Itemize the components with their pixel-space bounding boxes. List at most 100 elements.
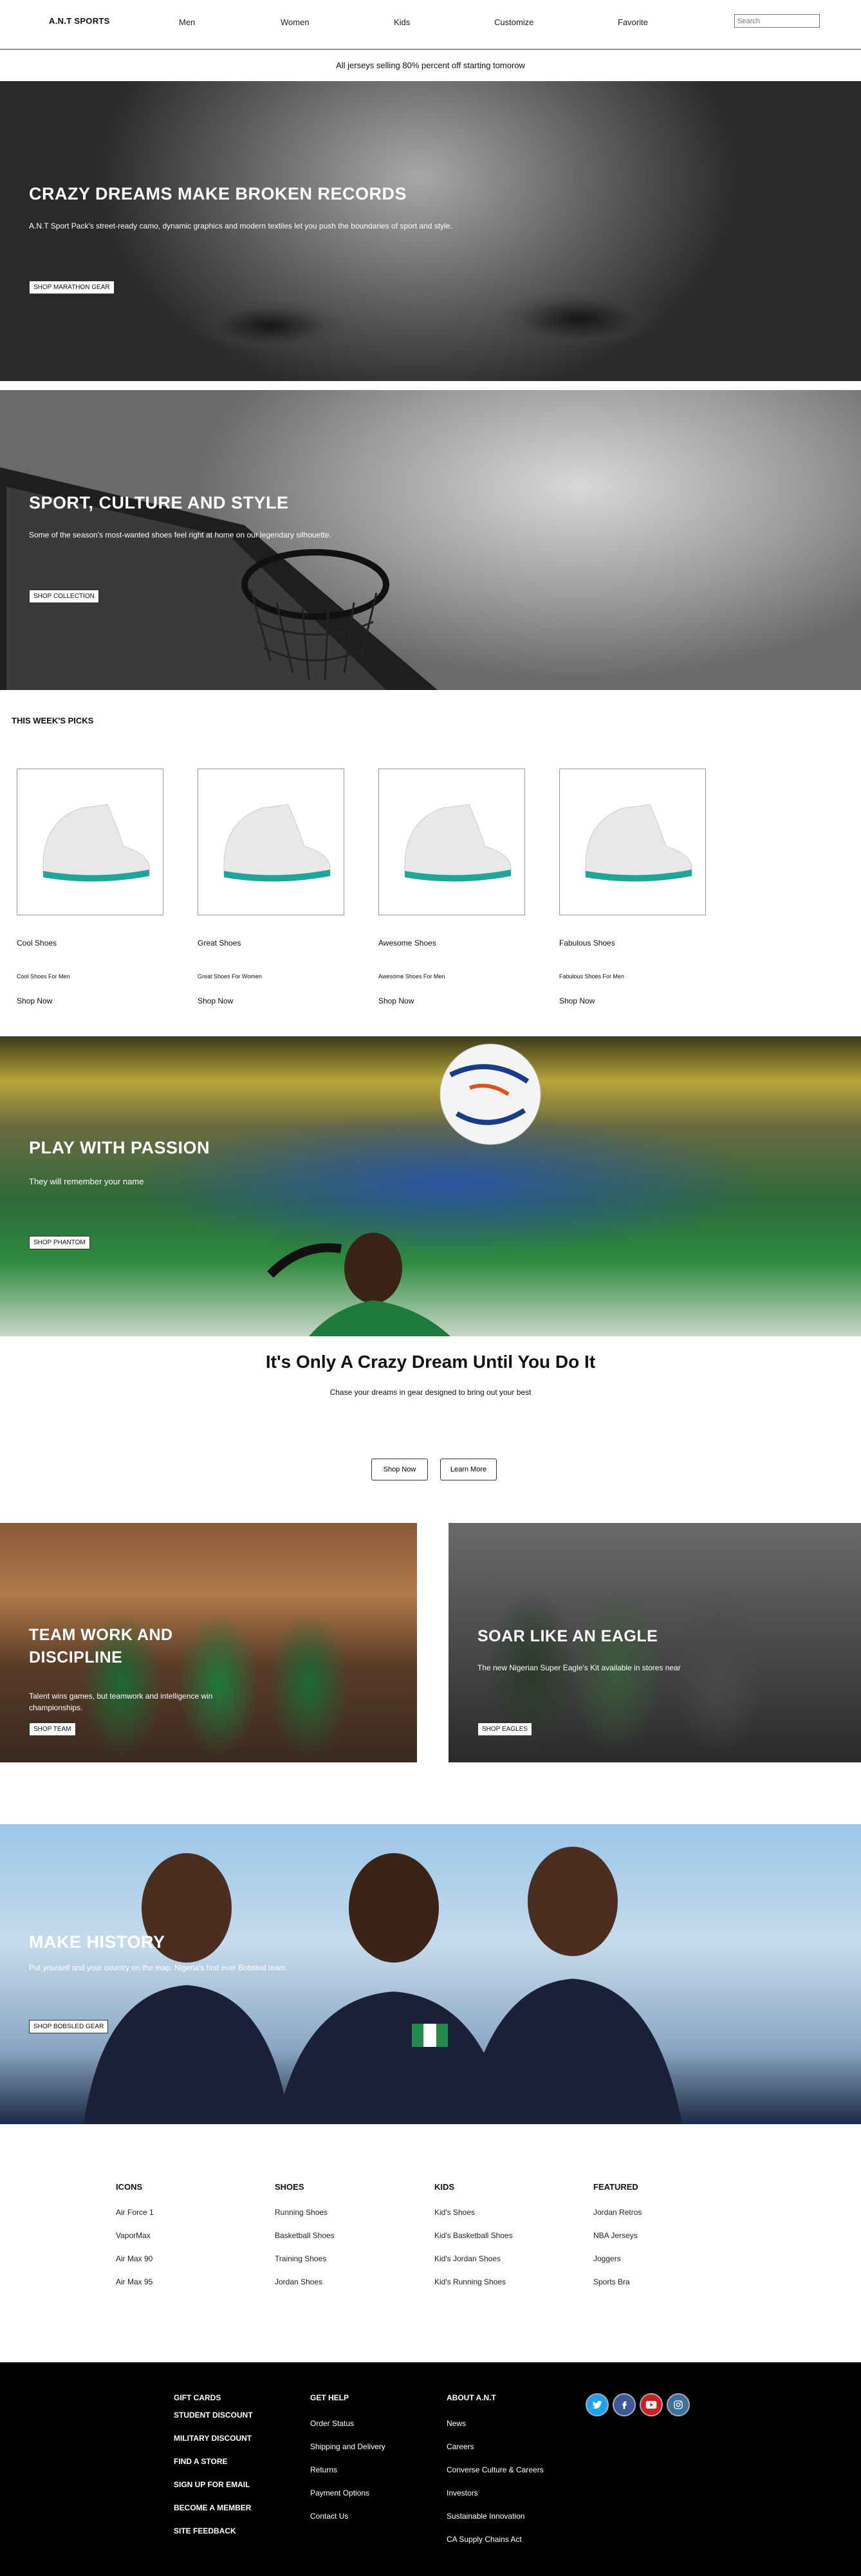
shoe-icon xyxy=(585,804,692,882)
footer-military-discount[interactable]: MILITARY DISCOUNT xyxy=(174,2434,252,2443)
shop-eagles-button[interactable]: SHOP EAGLES xyxy=(477,1722,532,1736)
nav-link-kids[interactable]: Kids xyxy=(394,17,410,27)
facebook-icon[interactable] xyxy=(613,2393,636,2416)
footer-become-member[interactable]: BECOME A MEMBER xyxy=(174,2503,251,2512)
shop-team-button[interactable]: SHOP TEAM xyxy=(29,1722,76,1736)
hero-bobsled: MAKE HISTORY Put yourself and your count… xyxy=(0,1824,861,2124)
footer-gift-cards[interactable]: GIFT CARDS xyxy=(174,2393,221,2402)
link-air-max-95[interactable]: Air Max 95 xyxy=(116,2277,153,2286)
nav-link-women[interactable]: Women xyxy=(281,17,310,27)
promo-eagles-title: SOAR LIKE AN EAGLE xyxy=(477,1627,658,1645)
footer-sign-up-email[interactable]: SIGN UP FOR EMAIL xyxy=(174,2480,250,2489)
shop-now-link[interactable]: Shop Now xyxy=(198,996,233,1005)
product-name: Awesome Shoes xyxy=(378,938,436,947)
footer-about-heading: ABOUT A.N.T xyxy=(447,2393,496,2402)
footer-get-help-heading: GET HELP xyxy=(310,2393,349,2402)
link-air-max-90[interactable]: Air Max 90 xyxy=(116,2254,153,2263)
link-nba-jerseys[interactable]: NBA Jerseys xyxy=(593,2231,638,2240)
promo-team-subtitle-line1: Talent wins games, but teamwork and inte… xyxy=(29,1692,213,1701)
product-name: Fabulous Shoes xyxy=(559,938,615,947)
footer-site-feedback[interactable]: SITE FEEDBACK xyxy=(174,2526,236,2535)
footer-sustainable-innovation[interactable]: Sustainable Innovation xyxy=(447,2512,524,2521)
link-jordan-retros[interactable]: Jordan Retros xyxy=(593,2208,642,2217)
shop-collection-button[interactable]: SHOP COLLECTION xyxy=(29,590,99,603)
link-sports-bra[interactable]: Sports Bra xyxy=(593,2277,630,2286)
product-card[interactable]: Fabulous Shoes Fabulous Shoes For Men Sh… xyxy=(559,769,706,1005)
hero-phantom: PLAY WITH PASSION They will remember you… xyxy=(0,1036,861,1336)
link-kids-jordan-shoes[interactable]: Kid's Jordan Shoes xyxy=(434,2254,501,2263)
links-featured-heading: FEATURED xyxy=(593,2182,638,2192)
nav-link-favorite[interactable]: Favorite xyxy=(618,17,648,27)
link-training-shoes[interactable]: Training Shoes xyxy=(275,2254,326,2263)
product-image[interactable] xyxy=(198,769,344,915)
footer-contact-us[interactable]: Contact Us xyxy=(310,2512,348,2521)
link-running-shoes[interactable]: Running Shoes xyxy=(275,2208,328,2217)
shop-now-link[interactable]: Shop Now xyxy=(378,996,414,1005)
link-kids-basketball-shoes[interactable]: Kid's Basketball Shoes xyxy=(434,2231,513,2240)
link-kids-running-shoes[interactable]: Kid's Running Shoes xyxy=(434,2277,506,2286)
footer-shipping-delivery[interactable]: Shipping and Delivery xyxy=(310,2442,385,2451)
links-kids-heading: KIDS xyxy=(434,2182,455,2192)
product-card[interactable]: Awesome Shoes Awesome Shoes For Men Shop… xyxy=(378,769,525,1005)
shop-now-link[interactable]: Shop Now xyxy=(559,996,595,1005)
footer-converse-culture[interactable]: Converse Culture & Careers xyxy=(447,2465,544,2474)
search-input[interactable] xyxy=(734,14,820,28)
footer-investors[interactable]: Investors xyxy=(447,2488,478,2497)
shop-now-button[interactable]: Shop Now xyxy=(371,1459,428,1480)
footer-find-a-store[interactable]: FIND A STORE xyxy=(174,2457,228,2466)
product-card[interactable]: Great Shoes Great Shoes For Women Shop N… xyxy=(198,769,344,1005)
link-air-force-1[interactable]: Air Force 1 xyxy=(116,2208,154,2217)
link-basketball-shoes[interactable]: Basketball Shoes xyxy=(275,2231,335,2240)
promo-team-title-line1: TEAM WORK AND xyxy=(29,1626,173,1644)
bobsled-team-graphic xyxy=(84,1847,682,2124)
nav-link-men[interactable]: Men xyxy=(179,17,195,27)
twitter-icon[interactable] xyxy=(586,2393,609,2416)
footer-order-status[interactable]: Order Status xyxy=(310,2419,354,2428)
product-image[interactable] xyxy=(378,769,525,915)
shoe-icon xyxy=(42,804,150,882)
shoe-icon xyxy=(404,804,512,882)
footer-ca-supply-chains[interactable]: CA Supply Chains Act xyxy=(447,2535,522,2544)
product-subtitle: Cool Shoes For Men xyxy=(17,973,70,980)
hero-phantom-subtitle: They will remember your name xyxy=(29,1177,144,1186)
shop-bobsled-button[interactable]: SHOP BOBSLED GEAR xyxy=(29,2020,109,2033)
footer-student-discount[interactable]: STUDENT DISCOUNT xyxy=(174,2411,253,2420)
footer-news[interactable]: News xyxy=(447,2419,466,2428)
shoe-icon xyxy=(223,804,331,882)
product-name: Cool Shoes xyxy=(17,938,57,947)
promo-team-title-line2: DISCIPLINE xyxy=(29,1648,123,1666)
promo-team: TEAM WORK AND DISCIPLINE Talent wins gam… xyxy=(0,1523,417,1762)
brand-logo[interactable]: A.N.T SPORTS xyxy=(49,16,110,26)
top-nav: A.N.T SPORTS Men Women Kids Customize Fa… xyxy=(0,0,861,42)
youtube-icon[interactable] xyxy=(640,2393,663,2416)
link-vapormax[interactable]: VaporMax xyxy=(116,2231,151,2240)
promo-banner: All jerseys selling 80% percent off star… xyxy=(0,49,861,81)
hero-marathon-subtitle: A.N.T Sport Pack's street-ready camo, dy… xyxy=(29,221,452,230)
links-icons-heading: ICONS xyxy=(116,2182,143,2192)
link-jordan-shoes[interactable]: Jordan Shoes xyxy=(275,2277,322,2286)
product-subtitle: Great Shoes For Women xyxy=(198,973,262,980)
footer-payment-options[interactable]: Payment Options xyxy=(310,2488,369,2497)
promo-eagles-subtitle: The new Nigerian Super Eagle's Kit avail… xyxy=(477,1663,681,1672)
hero-marathon: CRAZY DREAMS MAKE BROKEN RECORDS A.N.T S… xyxy=(0,81,861,381)
hero-collection-title: SPORT, CULTURE AND STYLE xyxy=(29,493,289,512)
site-footer xyxy=(0,2362,861,2576)
footer-careers[interactable]: Careers xyxy=(447,2442,474,2451)
product-image[interactable] xyxy=(559,769,706,915)
footer-returns[interactable]: Returns xyxy=(310,2465,337,2474)
instagram-icon[interactable] xyxy=(667,2393,690,2416)
link-joggers[interactable]: Joggers xyxy=(593,2254,621,2263)
link-kids-shoes[interactable]: Kid's Shoes xyxy=(434,2208,475,2217)
shop-phantom-button[interactable]: SHOP PHANTOM xyxy=(29,1236,90,1249)
promo-eagles: SOAR LIKE AN EAGLE The new Nigerian Supe… xyxy=(449,1523,861,1762)
soccer-player-graphic xyxy=(267,1043,541,1336)
shop-now-link[interactable]: Shop Now xyxy=(17,996,52,1005)
product-image[interactable] xyxy=(17,769,163,915)
dream-subtitle: Chase your dreams in gear designed to br… xyxy=(329,1388,532,1397)
learn-more-button[interactable]: Learn More xyxy=(440,1459,497,1480)
hero-phantom-title: PLAY WITH PASSION xyxy=(29,1138,210,1157)
nav-link-customize[interactable]: Customize xyxy=(494,17,533,27)
product-subtitle: Awesome Shoes For Men xyxy=(378,973,445,980)
shop-marathon-button[interactable]: SHOP MARATHON GEAR xyxy=(29,281,115,294)
product-card[interactable]: Cool Shoes Cool Shoes For Men Shop Now xyxy=(17,769,163,1005)
